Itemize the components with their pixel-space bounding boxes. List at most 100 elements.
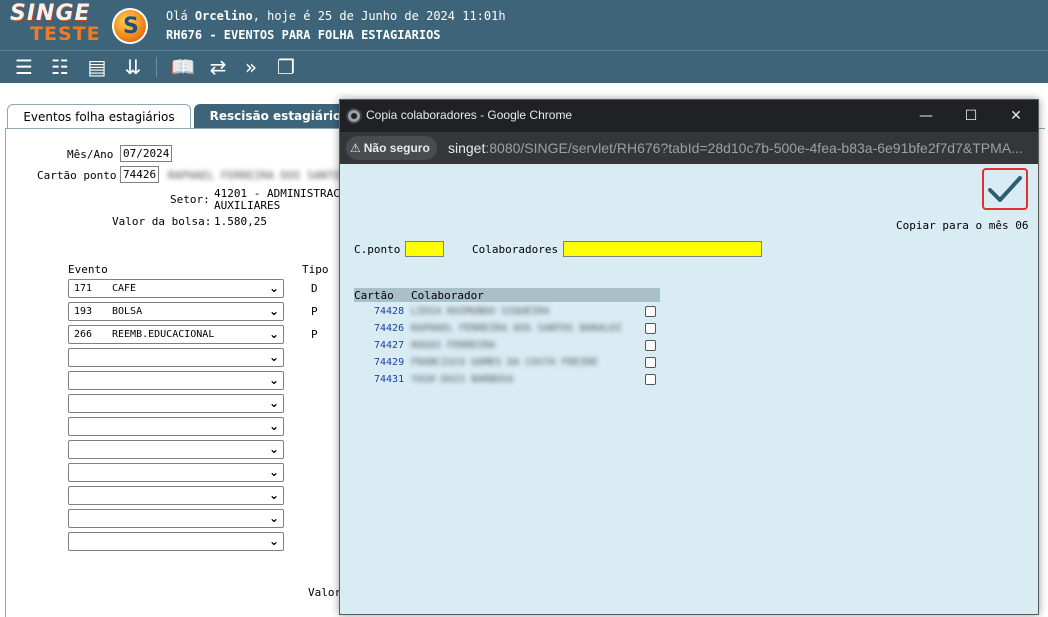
emblem-letter: S	[123, 14, 139, 39]
card-icon[interactable]: ▤	[83, 55, 111, 79]
row-checkbox[interactable]	[645, 340, 656, 351]
chevron-down-icon: ⌄	[268, 442, 279, 456]
setor-line2: AUXILIARES	[214, 199, 281, 212]
row-checkbox[interactable]	[645, 306, 656, 317]
chevron-down-icon: ⌄	[268, 465, 279, 479]
event-tipo: P	[311, 328, 318, 341]
event-name: REEMB.EDUCACIONAL	[112, 329, 215, 340]
event-select[interactable]: 193 BOLSA ⌄	[68, 302, 284, 321]
event-select[interactable]: ⌄	[68, 463, 284, 482]
chrome-icon	[346, 108, 362, 124]
chevron-down-icon: ⌄	[268, 327, 279, 341]
chevron-down-icon: ⌄	[268, 396, 279, 410]
event-select[interactable]: 171 CAFE ⌄	[68, 279, 284, 298]
cartao-ponto-input[interactable]	[120, 166, 159, 183]
url-path: :8080/SINGE/servlet/RH676?tabId=28d10c7b…	[485, 140, 1023, 156]
logo: SINGE TESTE	[10, 1, 104, 45]
event-select[interactable]: ⌄	[68, 532, 284, 551]
chevron-down-icon: ⌄	[268, 281, 279, 295]
chevron-down-icon: ⌄	[268, 350, 279, 364]
collaborator-row: 74426 RAPHAEL FERREIRA DOS SANTOS BARALDI	[354, 321, 660, 338]
grid-header: Cartão Colaborador	[354, 288, 660, 302]
col-colaborador: Colaborador	[411, 289, 484, 302]
cartao-ponto-label: Cartão ponto	[37, 169, 117, 182]
double-chevron-right-icon[interactable]: »	[237, 55, 265, 79]
chevrons-down-icon[interactable]: ⇊	[119, 55, 147, 79]
event-code: 171	[74, 283, 93, 294]
mes-ano-input[interactable]	[120, 145, 172, 162]
row-name: FRANCISCO GOMES DA COSTA FREIRE	[411, 357, 598, 368]
event-name: BOLSA	[112, 306, 143, 317]
chevron-down-icon: ⌄	[268, 419, 279, 433]
valor-label: Valor	[308, 586, 342, 599]
page-title: RH676 - EVENTOS PARA FOLHA ESTAGIARIOS	[166, 28, 441, 42]
chevron-down-icon: ⌄	[268, 488, 279, 502]
row-name: HUGAS FERREIRA	[411, 340, 496, 351]
event-select[interactable]: ⌄	[68, 486, 284, 505]
event-select[interactable]: 266 REEMB.EDUCACIONAL ⌄	[68, 325, 284, 344]
col-cartao: Cartão	[354, 289, 394, 302]
url-text[interactable]: singet:8080/SINGE/servlet/RH676?tabId=28…	[448, 140, 1028, 156]
employee-name: RAPHAEL FERREIRA DOS SANTOS	[168, 169, 347, 182]
collaborator-row: 74429 FRANCISCO GOMES DA COSTA FREIRE	[354, 355, 660, 372]
chevron-down-icon: ⌄	[268, 373, 279, 387]
warning-icon: ⚠	[350, 141, 361, 155]
row-card: 74429	[374, 357, 405, 368]
bolsa-label: Valor da bolsa:	[112, 215, 212, 228]
copy-collaborators-popup: Copia colaboradores - Google Chrome — ☐ …	[339, 99, 1039, 615]
minimize-button[interactable]: —	[911, 104, 941, 128]
copy-pages-icon[interactable]: ❐	[272, 55, 300, 79]
colaboradores-label: Colaboradores	[472, 243, 559, 256]
evento-header: Evento	[68, 263, 108, 276]
refresh-icon[interactable]: ⇄	[204, 55, 232, 79]
event-select[interactable]: ⌄	[68, 371, 284, 390]
chevron-down-icon: ⌄	[268, 304, 279, 318]
chevron-down-icon: ⌄	[268, 534, 279, 548]
checklist-icon[interactable]: ☷	[46, 55, 74, 79]
event-select[interactable]: ⌄	[68, 440, 284, 459]
collaborator-row: 74431 YASH DAIS BARBOSA	[354, 372, 660, 389]
event-select[interactable]: ⌄	[68, 394, 284, 413]
row-card: 74427	[374, 340, 405, 351]
cponto-input[interactable]	[405, 241, 444, 257]
chevron-down-icon: ⌄	[268, 511, 279, 525]
mes-ano-label: Mês/Ano	[67, 148, 114, 161]
colaboradores-input[interactable]	[563, 241, 762, 257]
row-name: LIDIA RAIMUNDO SIQUEIRA	[411, 306, 550, 317]
event-tipo: P	[311, 305, 318, 318]
security-chip[interactable]: ⚠ Não seguro	[346, 136, 437, 160]
event-code: 266	[74, 329, 93, 340]
row-card: 74431	[374, 374, 405, 385]
row-checkbox[interactable]	[645, 374, 656, 385]
user-name: Orcelino	[194, 9, 253, 23]
confirm-button[interactable]	[982, 168, 1028, 210]
cponto-label: C.ponto	[354, 243, 401, 256]
greeting-suffix: , hoje é 25 de Junho de 2024 11:01h	[252, 9, 506, 23]
bolsa-value: 1.580,25	[214, 215, 267, 228]
row-checkbox[interactable]	[645, 357, 656, 368]
tab-eventos-folha[interactable]: Eventos folha estagiários	[7, 104, 191, 128]
popup-title: Copia colaboradores - Google Chrome	[366, 108, 573, 122]
list-icon[interactable]: ☰	[10, 55, 38, 79]
event-select[interactable]: ⌄	[68, 348, 284, 367]
copy-to-month-label: Copiar para o mês 06	[896, 219, 1029, 232]
tipo-header: Tipo	[302, 263, 329, 276]
event-select[interactable]: ⌄	[68, 417, 284, 436]
toolbar: ☰ ☷ ▤ ⇊ 📖 ⇄ » ❐	[0, 50, 1048, 83]
popup-titlebar: Copia colaboradores - Google Chrome — ☐ …	[340, 100, 1038, 132]
maximize-button[interactable]: ☐	[956, 104, 986, 128]
address-bar: ⚠ Não seguro singet:8080/SINGE/servlet/RH…	[340, 132, 1038, 164]
row-name: RAPHAEL FERREIRA DOS SANTOS BARALDI	[411, 323, 622, 334]
event-code: 193	[74, 306, 93, 317]
setor-label: Setor:	[170, 193, 210, 206]
security-label: Não seguro	[363, 141, 430, 155]
event-select[interactable]: ⌄	[68, 509, 284, 528]
row-checkbox[interactable]	[645, 323, 656, 334]
row-name: YASH DAIS BARBOSA	[411, 374, 514, 385]
row-card: 74426	[374, 323, 405, 334]
logo-line1: SINGE	[10, 1, 91, 26]
greeting-prefix: Olá	[166, 9, 188, 23]
close-button[interactable]: ✕	[1001, 104, 1031, 128]
book-icon[interactable]: 📖	[169, 55, 197, 79]
url-host: singet	[448, 140, 486, 156]
